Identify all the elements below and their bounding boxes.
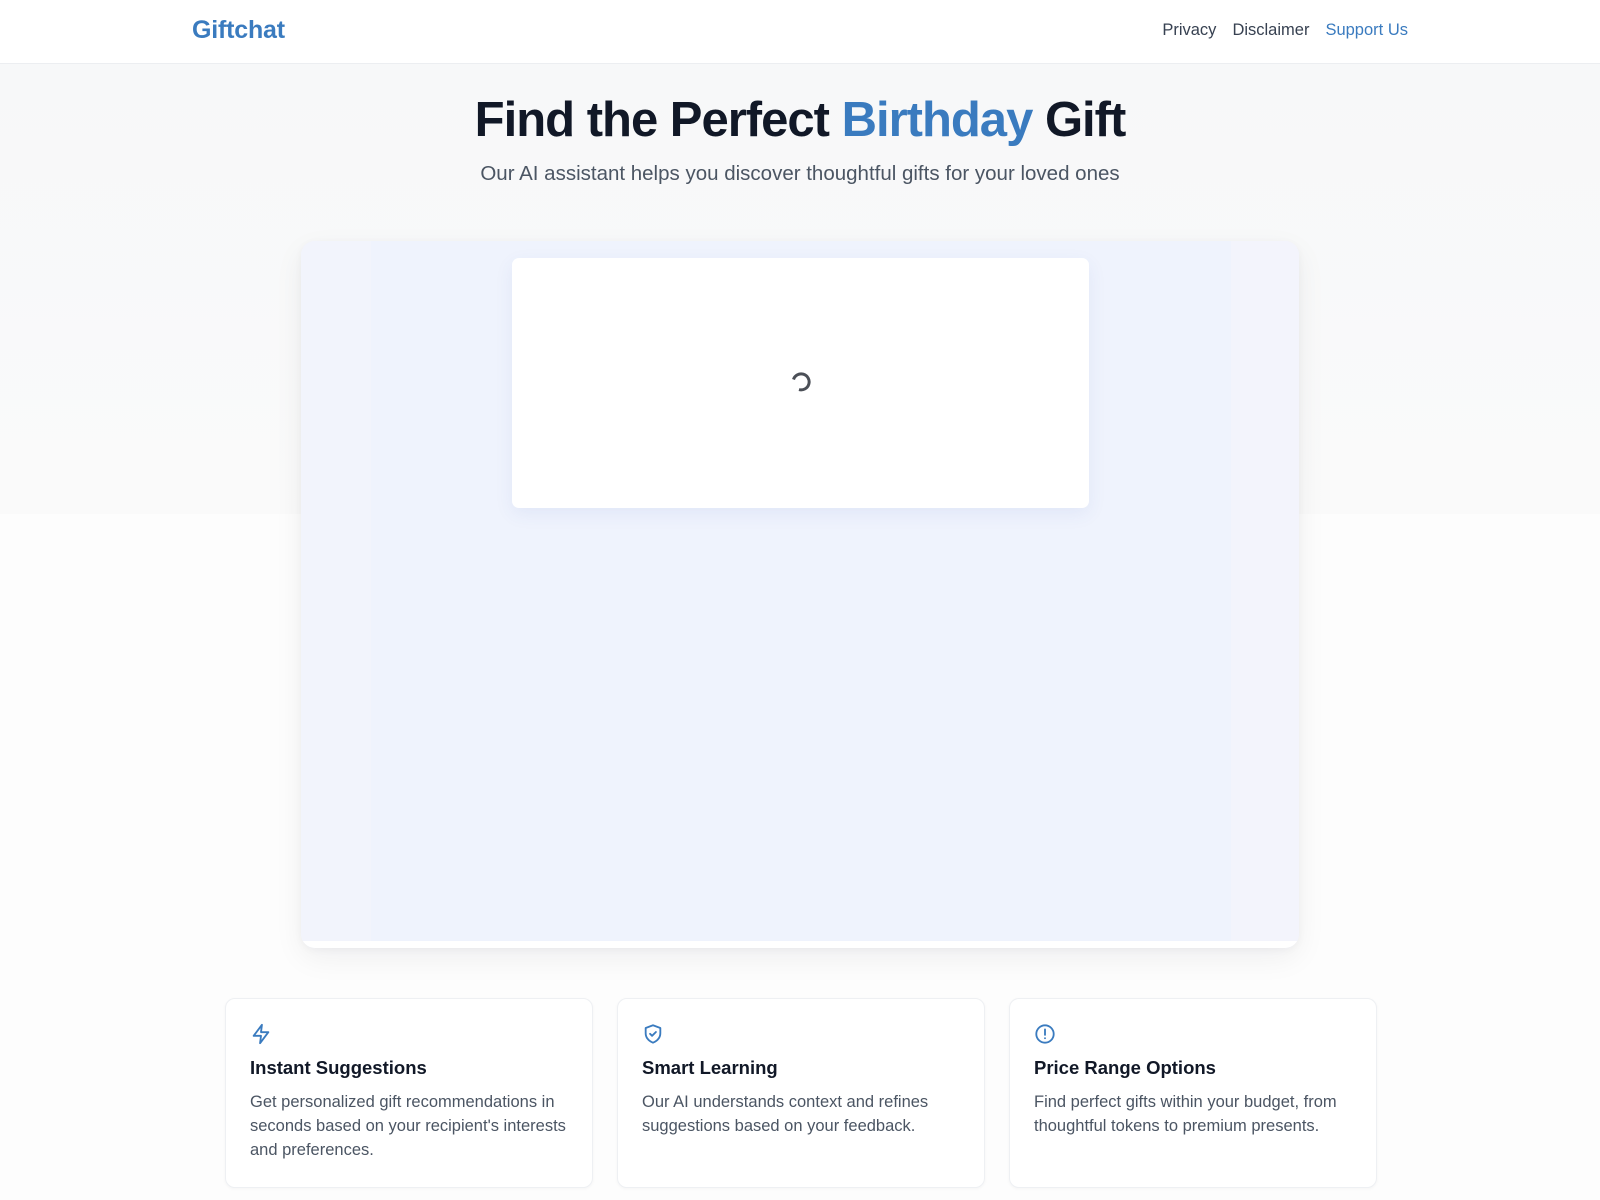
chat-panel-right-rail: [1231, 241, 1299, 941]
page-subtitle: Our AI assistant helps you discover thou…: [480, 162, 1120, 186]
chat-panel: [301, 241, 1299, 948]
chat-panel-footer: [301, 941, 1299, 948]
nav-link-disclaimer[interactable]: Disclaimer: [1232, 21, 1309, 40]
chat-loading-card: [512, 258, 1089, 508]
title-suffix: Gift: [1032, 93, 1126, 147]
hero: Find the Perfect Birthday Gift Our AI as…: [0, 64, 1600, 186]
feature-title: Price Range Options: [1034, 1057, 1216, 1078]
loading-spinner-icon: [791, 372, 811, 392]
features-section: Instant Suggestions Get personalized gif…: [225, 998, 1377, 1188]
feature-card-smart-learning: Smart Learning Our AI understands contex…: [617, 998, 985, 1188]
nav-link-support-us[interactable]: Support Us: [1325, 21, 1408, 40]
feature-description: Get personalized gift recommendations in…: [250, 1093, 566, 1159]
lightning-bolt-icon: [252, 1023, 270, 1045]
page-title: Find the Perfect Birthday Gift: [0, 92, 1600, 148]
chat-panel-left-rail: [301, 241, 371, 941]
shield-check-icon: [644, 1024, 662, 1044]
alert-circle-icon: [1035, 1024, 1055, 1044]
feature-description: Our AI understands context and refines s…: [642, 1093, 929, 1135]
title-prefix: Find the Perfect: [474, 93, 842, 147]
nav-link-privacy[interactable]: Privacy: [1162, 21, 1216, 40]
navbar: Giftchat Privacy Disclaimer Support Us: [0, 0, 1600, 64]
feature-title: Smart Learning: [642, 1057, 778, 1078]
feature-card-price-range: Price Range Options Find perfect gifts w…: [1009, 998, 1377, 1188]
feature-description: Find perfect gifts within your budget, f…: [1034, 1093, 1337, 1135]
feature-card-instant-suggestions: Instant Suggestions Get personalized gif…: [225, 998, 593, 1188]
title-highlight: Birthday: [841, 93, 1034, 147]
feature-title: Instant Suggestions: [250, 1057, 427, 1078]
nav-links: Privacy Disclaimer Support Us: [1162, 21, 1408, 40]
brand-logo[interactable]: Giftchat: [192, 16, 285, 45]
